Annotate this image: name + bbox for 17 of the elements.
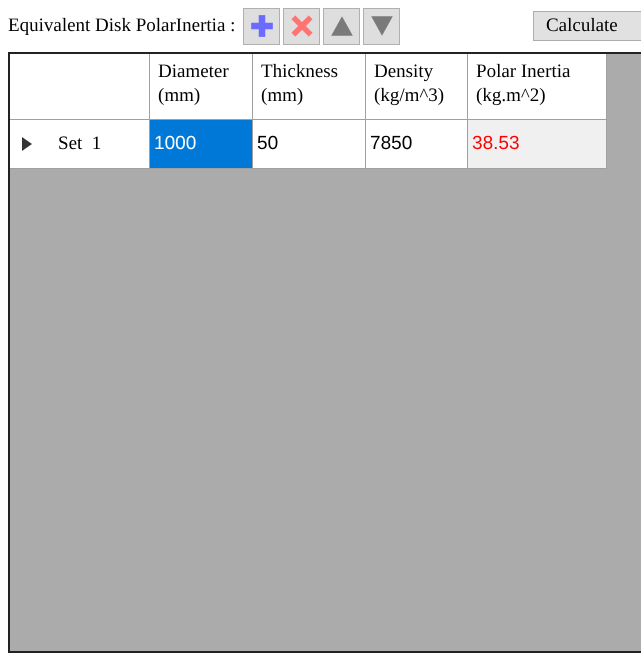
input-cell[interactable]: 1000 (150, 120, 253, 169)
row-header-label[interactable]: Set 1 (58, 130, 102, 158)
toolbar-label: Equivalent Disk PolarInertia : (8, 14, 236, 38)
result-cell[interactable]: 38.53 (468, 120, 607, 169)
input-cell[interactable]: 7850 (366, 120, 468, 169)
column-header[interactable]: Diameter (mm) (150, 54, 253, 120)
close-icon (288, 13, 315, 39)
calculate-button[interactable]: Calculate (533, 11, 641, 41)
delete-button[interactable] (283, 8, 320, 44)
column-header[interactable]: Thickness (mm) (253, 54, 366, 120)
plus-icon (248, 13, 275, 39)
input-cell[interactable]: 50 (253, 120, 366, 169)
column-header[interactable]: Polar Inertia (kg.m^2) (468, 54, 607, 120)
up-button[interactable] (323, 8, 360, 44)
add-button[interactable] (243, 8, 280, 44)
down-button[interactable] (363, 8, 400, 44)
column-header[interactable]: Density (kg/m^3) (366, 54, 468, 120)
